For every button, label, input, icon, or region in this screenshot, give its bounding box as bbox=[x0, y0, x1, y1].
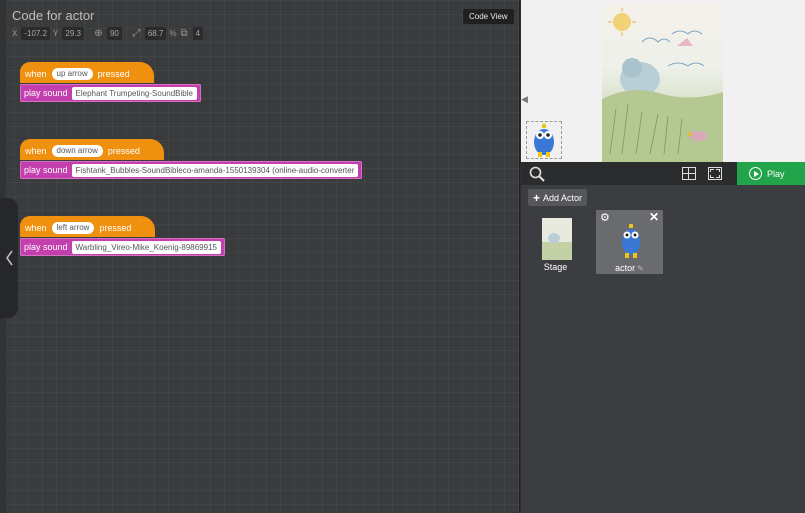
sound-dropdown[interactable]: Elephant Trumpeting-SoundBible bbox=[71, 86, 197, 100]
scale-unit: % bbox=[169, 29, 177, 38]
play-sound-label: play sound bbox=[24, 242, 68, 252]
play-icon bbox=[749, 167, 762, 180]
rotation-icon: ⊕ bbox=[94, 28, 103, 39]
play-button[interactable]: Play bbox=[737, 162, 805, 185]
robot-icon bbox=[622, 224, 640, 258]
pressed-label: pressed bbox=[97, 68, 130, 79]
pencil-icon[interactable]: ✎ bbox=[637, 264, 644, 273]
actor-properties-bar: X -107.2 Y 29.3 ⊕ 90 ⤢ 68.7 % ⧉ 4 bbox=[12, 27, 206, 40]
gear-icon[interactable]: ⚙ bbox=[600, 213, 610, 224]
key-dropdown[interactable]: up arrow bbox=[51, 67, 93, 80]
y-input[interactable]: 29.3 bbox=[62, 27, 84, 40]
stage-tile[interactable]: Stage bbox=[522, 210, 589, 274]
fullscreen-icon[interactable] bbox=[708, 167, 722, 180]
when-key-pressed-block[interactable]: when up arrow pressed bbox=[20, 62, 154, 83]
scale-icon: ⤢ bbox=[132, 28, 141, 39]
play-sound-label: play sound bbox=[24, 88, 68, 98]
stage-background-image bbox=[602, 4, 723, 162]
play-sound-label: play sound bbox=[24, 165, 68, 175]
key-dropdown[interactable]: down arrow bbox=[51, 144, 103, 157]
sound-dropdown[interactable]: Warbling_Vireo-Mike_Koenig-89869915 bbox=[71, 240, 221, 254]
script-left-arrow[interactable]: when left arrow pressed play sound Warbl… bbox=[20, 216, 225, 256]
add-actor-button[interactable]: + Add Actor bbox=[528, 189, 588, 206]
layer-input[interactable]: 4 bbox=[192, 27, 204, 40]
x-input[interactable]: -107.2 bbox=[21, 27, 51, 40]
add-actor-label: Add Actor bbox=[543, 192, 583, 203]
play-sound-block[interactable]: play sound Warbling_Vireo-Mike_Koenig-89… bbox=[20, 238, 225, 256]
sound-dropdown[interactable]: Fishtank_Bubbles-SoundBibleco-amanda-155… bbox=[71, 163, 359, 177]
grid-layout-icon[interactable] bbox=[682, 167, 696, 180]
when-key-pressed-block[interactable]: when left arrow pressed bbox=[20, 216, 156, 237]
code-panel-title: Code for actor bbox=[12, 8, 95, 23]
pressed-label: pressed bbox=[99, 222, 132, 233]
code-workspace[interactable]: Code for actor Code View X -107.2 Y 29.3… bbox=[0, 0, 520, 513]
when-label: when bbox=[25, 145, 47, 156]
robot-icon bbox=[534, 124, 554, 157]
actor-sprite-on-stage[interactable] bbox=[526, 121, 562, 159]
when-label: when bbox=[25, 68, 47, 79]
play-sound-block[interactable]: play sound Fishtank_Bubbles-SoundBibleco… bbox=[20, 161, 363, 179]
rotation-input[interactable]: 90 bbox=[106, 27, 122, 40]
actors-panel: + Add Actor Stage ⚙ ✕ actor ✎ bbox=[521, 185, 805, 513]
when-label: when bbox=[25, 222, 47, 233]
layer-icon: ⧉ bbox=[180, 28, 188, 39]
y-label: Y bbox=[53, 29, 59, 38]
drawing-scene bbox=[602, 8, 723, 162]
stage-collapse-arrow[interactable]: ◀ bbox=[521, 94, 528, 104]
stage-preview[interactable]: ◀ bbox=[521, 0, 805, 162]
play-label: Play bbox=[767, 168, 785, 179]
script-up-arrow[interactable]: when up arrow pressed play sound Elephan… bbox=[20, 62, 201, 102]
chevron-left-icon bbox=[5, 250, 13, 266]
actor-tile[interactable]: ⚙ ✕ actor ✎ bbox=[596, 210, 663, 274]
close-icon[interactable]: ✕ bbox=[649, 211, 659, 223]
actor-name: actor ✎ bbox=[596, 263, 663, 273]
script-down-arrow[interactable]: when down arrow pressed play sound Fisht… bbox=[20, 139, 363, 179]
stage-toolbar: Play bbox=[521, 162, 805, 185]
scale-input[interactable]: 68.7 bbox=[144, 27, 167, 40]
code-view-button[interactable]: Code View bbox=[463, 9, 514, 24]
stage-label: Stage bbox=[543, 262, 568, 272]
key-dropdown[interactable]: left arrow bbox=[51, 221, 95, 234]
pressed-label: pressed bbox=[107, 145, 140, 156]
play-sound-block[interactable]: play sound Elephant Trumpeting-SoundBibl… bbox=[20, 84, 201, 102]
x-label: X bbox=[12, 29, 18, 38]
stage-thumbnail bbox=[542, 218, 572, 260]
when-key-pressed-block[interactable]: when down arrow pressed bbox=[20, 139, 164, 160]
plus-icon: + bbox=[533, 190, 541, 205]
actor-label: actor bbox=[615, 263, 636, 273]
collapse-panel-tab[interactable] bbox=[0, 198, 18, 318]
app-root: Code for actor Code View X -107.2 Y 29.3… bbox=[0, 0, 805, 513]
search-icon[interactable] bbox=[529, 166, 545, 182]
